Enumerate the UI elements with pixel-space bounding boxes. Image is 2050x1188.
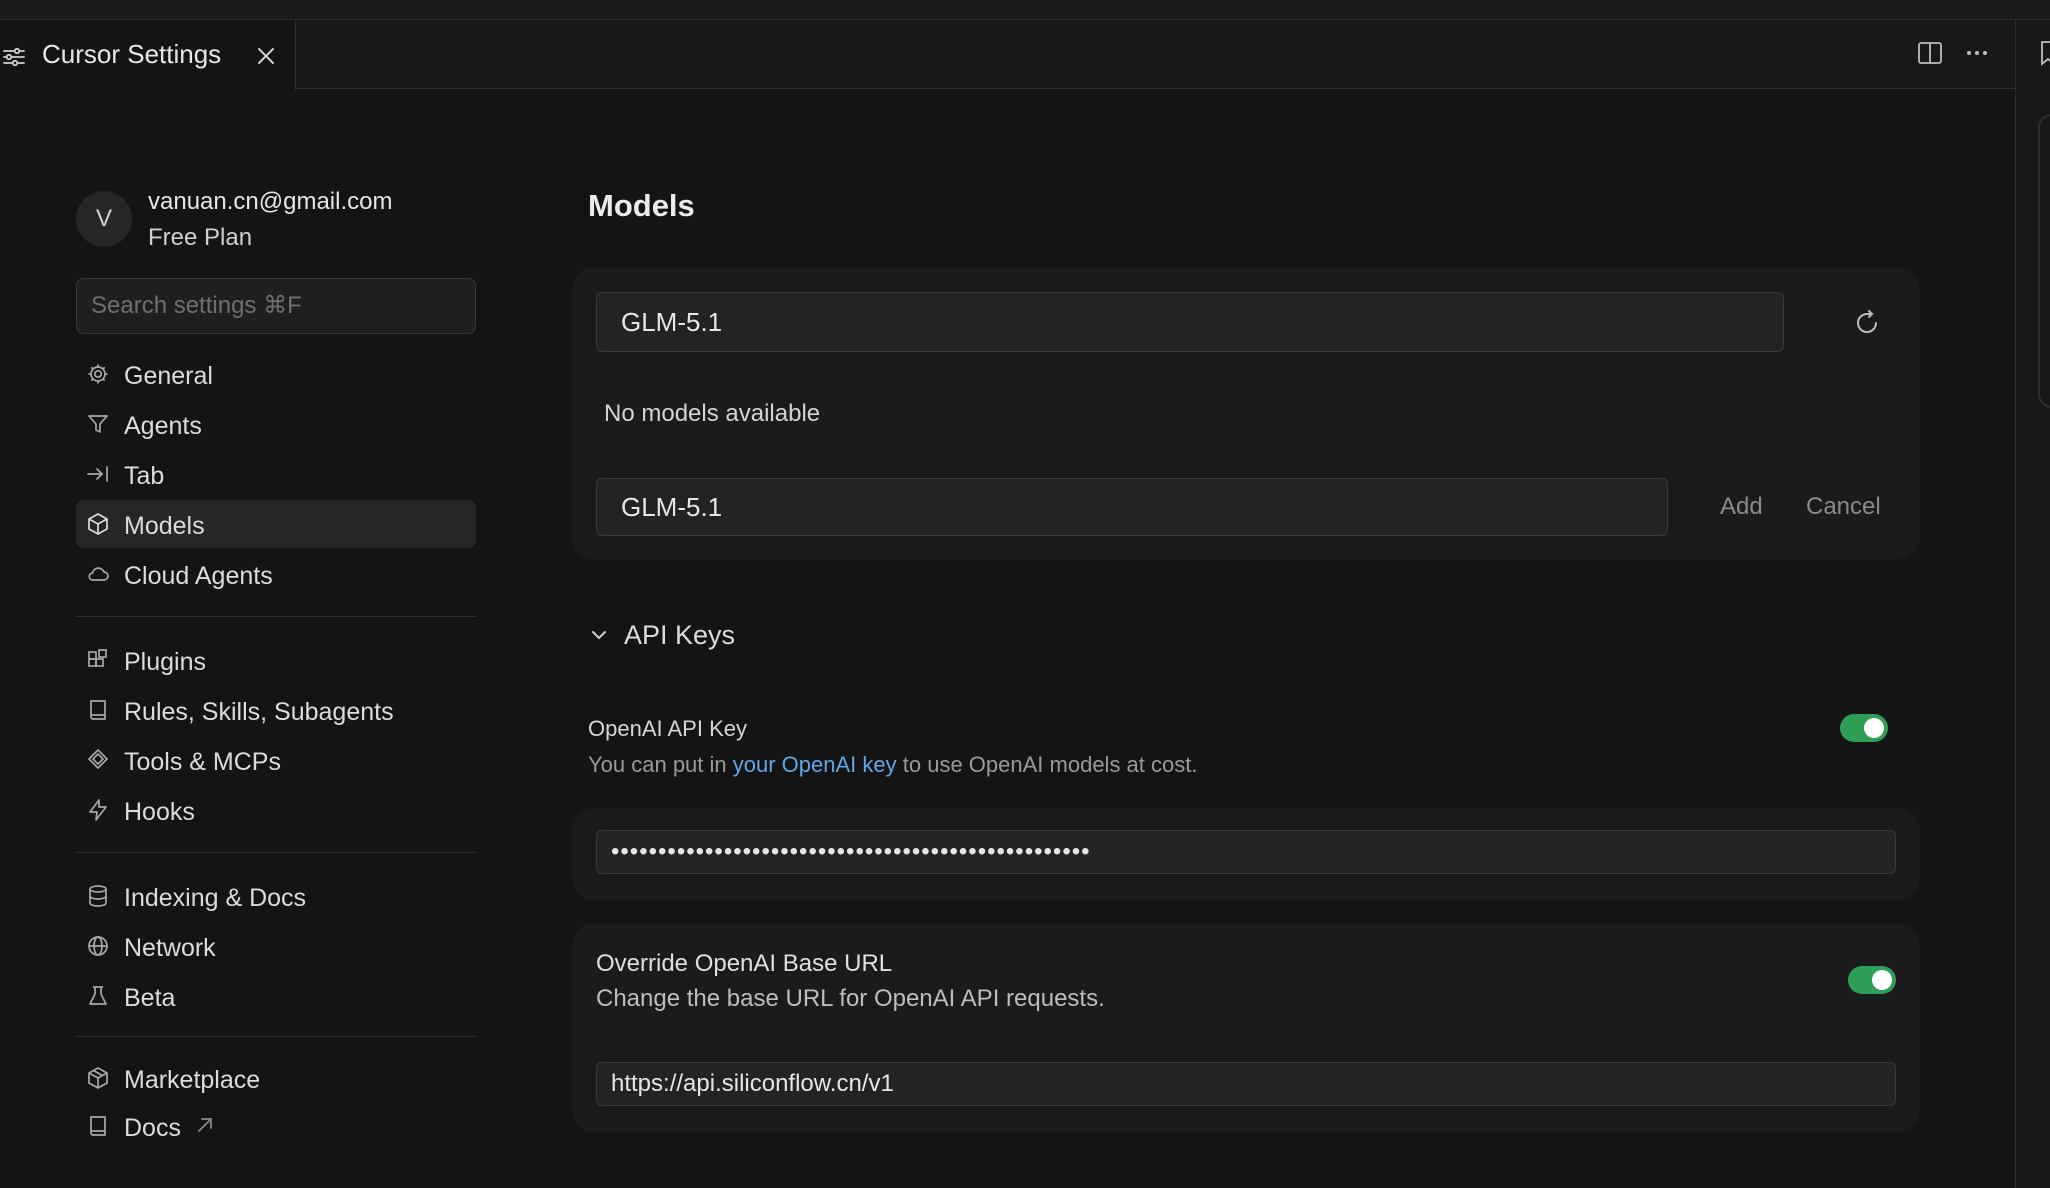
gear-icon — [86, 362, 110, 386]
cancel-button[interactable]: Cancel — [1806, 493, 1881, 521]
sidebar-item-tools-mcps[interactable]: Tools & MCPs — [76, 736, 476, 784]
lightning-icon — [86, 798, 110, 822]
sidebar-item-label: Indexing & Docs — [124, 884, 307, 912]
openai-key-link[interactable]: your OpenAI key — [733, 752, 897, 777]
tab-arrow-icon — [86, 462, 110, 486]
sidebar-item-indexing-docs[interactable]: Indexing & Docs — [76, 872, 476, 920]
book-icon — [86, 698, 110, 722]
sidebar-item-beta[interactable]: Beta — [76, 972, 476, 1020]
globe-icon — [86, 934, 110, 958]
override-url-toggle[interactable] — [1848, 966, 1896, 994]
sidebar-item-models[interactable]: Models — [76, 500, 476, 548]
package-icon — [86, 1066, 110, 1090]
openai-key-input[interactable] — [596, 830, 1896, 874]
database-icon — [86, 884, 110, 908]
sidebar-item-label: Tools & MCPs — [124, 748, 281, 776]
sidebar-item-label: Marketplace — [124, 1066, 261, 1094]
openai-key-description: You can put in your OpenAI key to use Op… — [588, 752, 1197, 778]
flask-icon — [86, 984, 110, 1008]
sidebar-item-network[interactable]: Network — [76, 922, 476, 970]
tools-icon — [86, 748, 110, 772]
more-actions-icon[interactable] — [1964, 40, 1990, 66]
refresh-icon[interactable] — [1852, 308, 1882, 338]
sidebar-item-label: General — [124, 362, 213, 390]
openai-desc-prefix: You can put in — [588, 752, 727, 777]
sliders-icon — [2, 45, 26, 69]
tab-title: Cursor Settings — [42, 39, 222, 69]
book-icon — [86, 1114, 110, 1138]
plugins-icon — [86, 648, 110, 672]
sidebar-item-label: Rules, Skills, Subagents — [124, 698, 394, 726]
base-url-input[interactable] — [596, 1062, 1896, 1106]
api-keys-heading[interactable]: API Keys — [624, 620, 735, 651]
sidebar-item-tab[interactable]: Tab — [76, 450, 476, 498]
sidebar-item-plugins[interactable]: Plugins — [76, 636, 476, 684]
sidebar-item-label: Plugins — [124, 648, 206, 676]
sidebar-divider — [76, 616, 476, 617]
external-link-icon — [194, 1114, 216, 1136]
side-panel-scroll[interactable] — [2038, 114, 2050, 408]
sidebar-item-label: Hooks — [124, 798, 195, 826]
add-button[interactable]: Add — [1720, 493, 1763, 521]
sidebar-divider — [76, 852, 476, 853]
sidebar-item-rules[interactable]: Rules, Skills, Subagents — [76, 686, 476, 734]
openai-key-label: OpenAI API Key — [588, 716, 747, 741]
close-icon[interactable] — [254, 44, 278, 68]
openai-key-toggle[interactable] — [1840, 714, 1888, 742]
sidebar-divider — [76, 1036, 476, 1037]
cloud-icon — [86, 562, 110, 586]
split-editor-icon[interactable] — [1917, 40, 1943, 66]
sidebar-item-label: Beta — [124, 984, 176, 1012]
account-plan: Free Plan — [148, 224, 253, 251]
tab-bar — [0, 20, 2015, 89]
page-title: Models — [588, 188, 695, 223]
sidebar-item-cloud-agents[interactable]: Cloud Agents — [76, 550, 476, 598]
agents-icon — [86, 412, 110, 436]
openai-desc-suffix: to use OpenAI models at cost. — [902, 752, 1198, 777]
new-model-input[interactable] — [596, 478, 1668, 536]
sidebar-item-general[interactable]: General — [76, 350, 476, 398]
avatar[interactable]: V — [76, 191, 132, 247]
cube-icon — [86, 512, 110, 536]
bookmark-icon[interactable] — [2040, 40, 2050, 66]
model-search-input[interactable] — [596, 292, 1784, 352]
sidebar-item-label: Cloud Agents — [124, 562, 273, 590]
account-email: vanuan.cn@gmail.com — [148, 188, 393, 215]
sidebar-item-label: Agents — [124, 412, 202, 440]
search-input[interactable] — [76, 278, 476, 334]
sidebar-item-agents[interactable]: Agents — [76, 400, 476, 448]
title-strip — [0, 0, 2050, 20]
sidebar-item-label: Tab — [124, 462, 165, 490]
chevron-down-icon[interactable] — [588, 624, 610, 646]
sidebar-item-label: Network — [124, 934, 216, 962]
empty-state-text: No models available — [604, 400, 821, 427]
sidebar-item-label: Docs — [124, 1114, 181, 1142]
sidebar-item-docs[interactable]: Docs — [76, 1102, 476, 1150]
override-url-label: Override OpenAI Base URL — [596, 950, 893, 977]
override-url-description: Change the base URL for OpenAI API reque… — [596, 985, 1105, 1012]
sidebar-item-hooks[interactable]: Hooks — [76, 786, 476, 834]
sidebar-item-marketplace[interactable]: Marketplace — [76, 1054, 476, 1102]
sidebar-item-label: Models — [124, 512, 205, 540]
